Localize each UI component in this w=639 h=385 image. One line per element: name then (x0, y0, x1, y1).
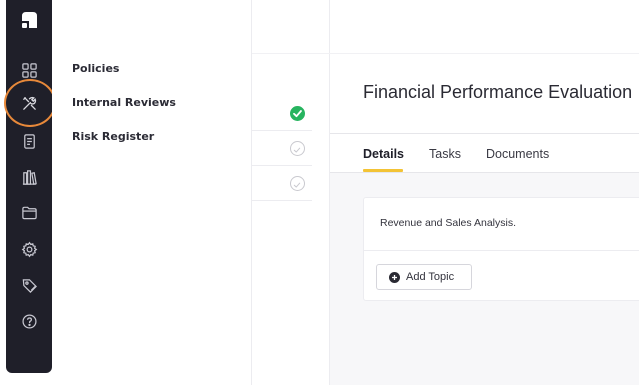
tools-highlight-ring (4, 79, 56, 127)
flyout-item-internal-reviews[interactable]: Internal Reviews (72, 96, 176, 109)
topic-card: Revenue and Sales Analysis. Add Topic (363, 197, 639, 301)
detail-panel: Financial Performance Evaluation Details… (330, 0, 639, 385)
detail-header: Financial Performance Evaluation Details… (330, 54, 639, 173)
plus-circle-icon (389, 271, 400, 283)
tab-details[interactable]: Details (363, 147, 404, 161)
gear-icon[interactable] (6, 234, 52, 264)
flyout-menu: Policies Internal Reviews Risk Register (52, 0, 252, 385)
tabs-divider (330, 133, 639, 134)
tab-tasks[interactable]: Tasks (429, 147, 461, 161)
add-topic-button[interactable]: Add Topic (376, 264, 472, 290)
page-title: Financial Performance Evaluation (363, 82, 633, 102)
task-list-pane (252, 0, 330, 385)
nav-rail (6, 0, 52, 373)
flyout-item-policies[interactable]: Policies (72, 62, 119, 75)
detail-topbar (330, 0, 639, 54)
topic-description: Revenue and Sales Analysis. (380, 217, 517, 229)
help-icon[interactable] (6, 306, 52, 336)
check-incomplete-icon[interactable] (290, 141, 305, 156)
flyout-item-risk-register[interactable]: Risk Register (72, 130, 154, 143)
list-item[interactable] (252, 96, 312, 131)
card-divider (364, 250, 639, 251)
tab-documents[interactable]: Documents (486, 147, 549, 161)
document-icon[interactable] (6, 126, 52, 156)
tag-icon[interactable] (6, 270, 52, 300)
list-item[interactable] (252, 131, 312, 166)
folder-icon[interactable] (6, 197, 52, 227)
active-tab-indicator (363, 169, 403, 172)
list-item[interactable] (252, 166, 312, 201)
library-icon[interactable] (6, 162, 52, 192)
add-topic-label: Add Topic (406, 271, 455, 283)
logo-icon[interactable] (19, 10, 39, 30)
list-pane-topbar (252, 0, 330, 54)
check-incomplete-icon[interactable] (290, 176, 305, 191)
check-complete-icon[interactable] (290, 106, 305, 121)
